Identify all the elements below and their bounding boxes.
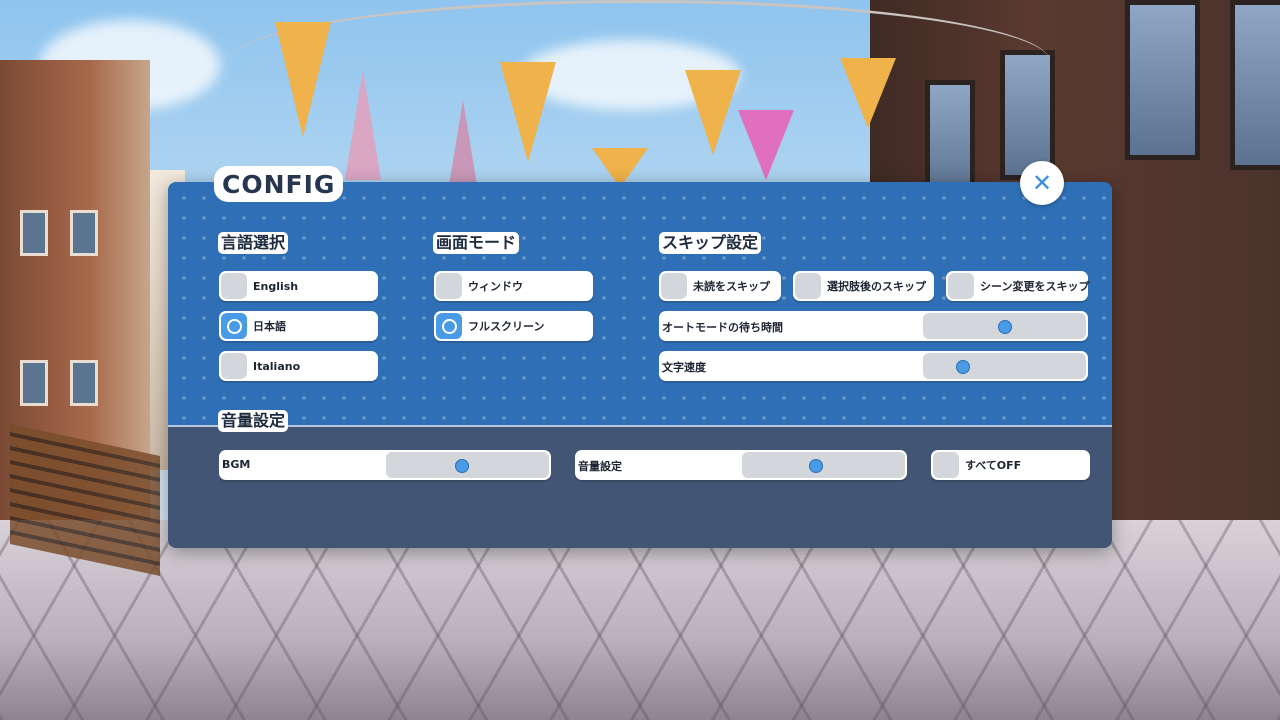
window-decor [20, 210, 48, 256]
panel-top-area [168, 182, 1112, 425]
panel-bottom-area [168, 425, 1112, 548]
bgm-slider[interactable] [386, 452, 549, 478]
option-label: フルスクリーン [468, 320, 545, 333]
radio-box-selected [436, 313, 462, 339]
option-label: 日本語 [253, 320, 286, 333]
close-button[interactable]: ✕ [1020, 161, 1064, 205]
window-decor [70, 210, 98, 256]
language-option-english[interactable]: English [219, 271, 378, 301]
screen-mode-option-window[interactable]: ウィンドウ [434, 271, 593, 301]
radio-box-selected [221, 313, 247, 339]
pennant-flag [685, 70, 741, 155]
screen-mode-option-fullscreen[interactable]: フルスクリーン [434, 311, 593, 341]
radio-circle-icon [441, 318, 457, 334]
option-label: ウィンドウ [468, 280, 523, 293]
language-option-italiano[interactable]: Italiano [219, 351, 378, 381]
volume-heading: 音量設定 [218, 410, 289, 432]
auto-wait-slider-row: オートモードの待ち時間 [659, 311, 1088, 341]
slider-label: オートモードの待ち時間 [662, 321, 783, 334]
skip-after-choice-toggle[interactable]: 選択肢後のスキップ [793, 271, 934, 301]
slider-label: BGM [222, 458, 251, 471]
option-label: English [253, 279, 299, 293]
radio-box [221, 273, 247, 299]
screen-mode-heading: 画面モード [433, 232, 520, 254]
checkbox [933, 452, 959, 478]
text-speed-slider[interactable] [923, 353, 1086, 379]
slider-knob[interactable] [955, 360, 970, 374]
slider-label: 文字速度 [662, 361, 706, 374]
all-off-toggle[interactable]: すべてOFF [931, 450, 1090, 480]
language-heading: 言語選択 [218, 232, 289, 254]
toggle-label: シーン変更をスキップ [980, 280, 1090, 293]
master-volume-slider-row: 音量設定 [575, 450, 907, 480]
skip-heading: スキップ設定 [659, 232, 762, 254]
radio-box [436, 273, 462, 299]
skip-unread-toggle[interactable]: 未読をスキップ [659, 271, 781, 301]
pennant-flag [738, 110, 794, 180]
slider-knob[interactable] [997, 320, 1012, 334]
auto-wait-slider[interactable] [923, 313, 1086, 339]
window-decor [1125, 0, 1200, 160]
slider-label: 音量設定 [578, 460, 622, 473]
toggle-label: 未読をスキップ [693, 280, 770, 293]
text-speed-slider-row: 文字速度 [659, 351, 1088, 381]
pennant-flag [840, 58, 896, 128]
bunting-rope [230, 0, 1050, 123]
toggle-label: 選択肢後のスキップ [827, 280, 926, 293]
language-option-japanese[interactable]: 日本語 [219, 311, 378, 341]
master-volume-slider[interactable] [742, 452, 905, 478]
close-icon: ✕ [1031, 169, 1053, 197]
window-decor [1230, 0, 1280, 170]
config-title: CONFIG [214, 166, 344, 202]
checkbox [661, 273, 687, 299]
checkbox [795, 273, 821, 299]
checkbox [948, 273, 974, 299]
window-decor [20, 360, 48, 406]
window-decor [70, 360, 98, 406]
radio-box [221, 353, 247, 379]
skip-scene-change-toggle[interactable]: シーン変更をスキップ [946, 271, 1090, 301]
slider-knob[interactable] [454, 459, 469, 473]
radio-circle-icon [226, 318, 242, 334]
bgm-slider-row: BGM [219, 450, 551, 480]
option-label: Italiano [253, 359, 301, 373]
toggle-label: すべてOFF [965, 459, 1022, 472]
cobblestone-ground [0, 520, 1280, 720]
pennant-flag [275, 22, 331, 137]
slider-knob[interactable] [809, 459, 824, 473]
pennant-flag [500, 62, 556, 162]
